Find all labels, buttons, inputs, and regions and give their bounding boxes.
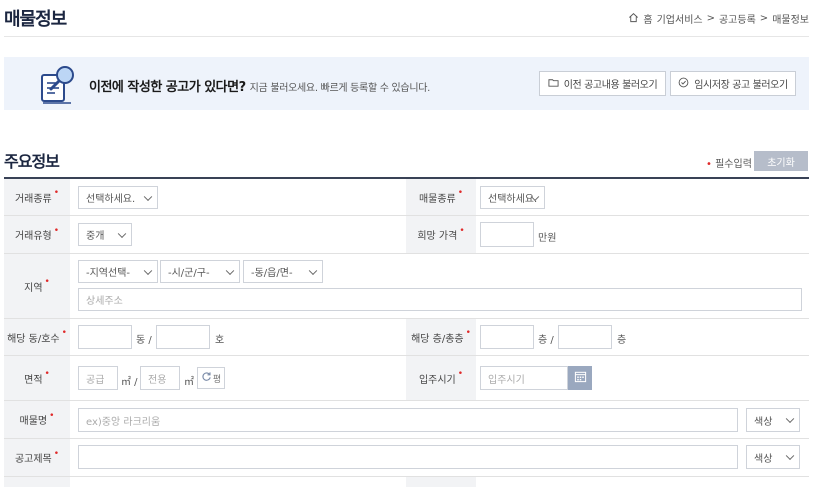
total-floor-unit: 층	[617, 335, 627, 346]
price-unit: 만원	[538, 233, 557, 244]
form-row: 면적 • 공급 ㎡ / 전용 ㎡ 평 입주시기 • 입주시기	[4, 356, 809, 401]
next-row-label	[4, 477, 70, 487]
breadcrumb-home[interactable]: 홈	[643, 11, 652, 26]
exclusive-area-input[interactable]: 전용	[140, 366, 180, 390]
chevron-down-icon	[143, 266, 153, 275]
page-title: 매물정보	[4, 9, 67, 30]
form-row: 매물명 • ex)중앙 라크리움 색상	[4, 401, 809, 439]
exclusive-area-unit: ㎡	[184, 377, 194, 388]
pyeong-convert-button[interactable]: 평	[197, 367, 225, 389]
ho-unit: 호	[215, 335, 225, 346]
banner-subtext: 지금 불러오세요. 빠르게 등록할 수 있습니다.	[249, 83, 431, 94]
check-circle-icon	[678, 77, 689, 91]
region-dong-select[interactable]: -동/읍/면-	[243, 260, 323, 283]
property-kind-label: 매물종류 •	[406, 179, 476, 215]
form-row: 해당 동/호수 • 동 / 호 해당 층/총층 • 층 / 층	[4, 319, 809, 356]
header-divider	[4, 36, 809, 37]
calendar-icon	[574, 370, 587, 386]
chevron-down-icon	[785, 414, 795, 424]
form-row: 거래종류 • 선택하세요. 매물종류 • 선택하세요.	[4, 179, 809, 216]
chevron-down-icon	[143, 192, 153, 201]
property-name-label: 매물명 •	[4, 401, 70, 438]
breadcrumb: 홈 기업서비스 > 공고등록 > 매물정보	[628, 11, 809, 26]
calendar-button[interactable]	[568, 366, 592, 390]
property-name-input[interactable]: ex)중앙 라크리움	[78, 408, 738, 432]
chevron-right-icon: >	[759, 13, 769, 24]
form-row	[4, 477, 809, 487]
section-title: 주요정보	[4, 152, 60, 171]
area-label: 면적 •	[4, 356, 70, 400]
required-note: • 필수입력	[706, 159, 752, 170]
chevron-right-icon: >	[706, 13, 715, 24]
folder-icon	[548, 77, 559, 91]
home-icon[interactable]	[628, 12, 639, 26]
document-search-icon	[37, 63, 79, 105]
dong-ho-label: 해당 동/호수 •	[4, 319, 70, 355]
form-row: 공고제목 • 색상	[4, 439, 809, 477]
total-floor-input[interactable]	[558, 325, 612, 349]
supply-area-input[interactable]: 공급	[78, 366, 118, 390]
chevron-down-icon	[225, 266, 235, 275]
trade-kind-select[interactable]: 선택하세요.	[78, 186, 158, 209]
load-notice-banner: 이전에 작성한 공고가 있다면? 지금 불러오세요. 빠르게 등록할 수 있습니…	[4, 57, 809, 110]
supply-area-unit: ㎡ /	[121, 377, 138, 388]
region-sido-select[interactable]: -지역선택-	[78, 260, 158, 283]
reset-button[interactable]: 초기화	[754, 151, 808, 171]
breadcrumb-item-service[interactable]: 기업서비스	[657, 11, 703, 26]
floor-input[interactable]	[480, 325, 534, 349]
refresh-icon	[201, 371, 212, 385]
breadcrumb-item-register[interactable]: 공고등록	[719, 11, 756, 26]
chevron-down-icon	[785, 451, 795, 461]
property-kind-select[interactable]: 선택하세요.	[480, 186, 545, 209]
form-row: 거래유형 • 중개 희망 가격 • 만원	[4, 216, 809, 254]
trade-type-select[interactable]: 중개	[78, 223, 132, 246]
trade-kind-label: 거래종류 •	[4, 179, 70, 215]
chevron-down-icon	[308, 266, 318, 275]
load-previous-notice-button[interactable]: 이전 공고내용 불러오기	[539, 71, 666, 96]
banner-headline: 이전에 작성한 공고가 있다면?	[89, 80, 246, 95]
floor-label: 해당 층/총층 •	[406, 319, 476, 355]
dong-unit: 동 /	[136, 335, 152, 346]
notice-title-color-select[interactable]: 색상	[746, 445, 800, 469]
hope-price-label: 희망 가격 •	[406, 216, 476, 253]
notice-title-label: 공고제목 •	[4, 439, 70, 476]
detail-address-input[interactable]: 상세주소	[78, 288, 802, 311]
notice-title-input[interactable]	[78, 445, 738, 469]
ho-input[interactable]	[156, 325, 210, 349]
load-temp-saved-button[interactable]: 임시저장 공고 불러오기	[670, 71, 796, 96]
move-in-label: 입주시기 •	[406, 356, 476, 400]
breadcrumb-item-current: 매물정보	[772, 15, 809, 26]
trade-type-label: 거래유형 •	[4, 216, 70, 253]
next-row-label	[406, 477, 476, 487]
hope-price-input[interactable]	[480, 222, 534, 247]
form-row: 지역 • -지역선택- -시/군/구- -동/읍/면- 상세주소	[4, 254, 809, 319]
chevron-down-icon	[117, 229, 127, 238]
dong-input[interactable]	[78, 325, 132, 349]
move-in-input[interactable]: 입주시기	[480, 366, 568, 390]
region-label: 지역 •	[4, 254, 70, 318]
property-name-color-select[interactable]: 색상	[746, 408, 800, 432]
region-sigungu-select[interactable]: -시/군/구-	[160, 260, 240, 283]
floor-unit: 층 /	[538, 335, 554, 346]
